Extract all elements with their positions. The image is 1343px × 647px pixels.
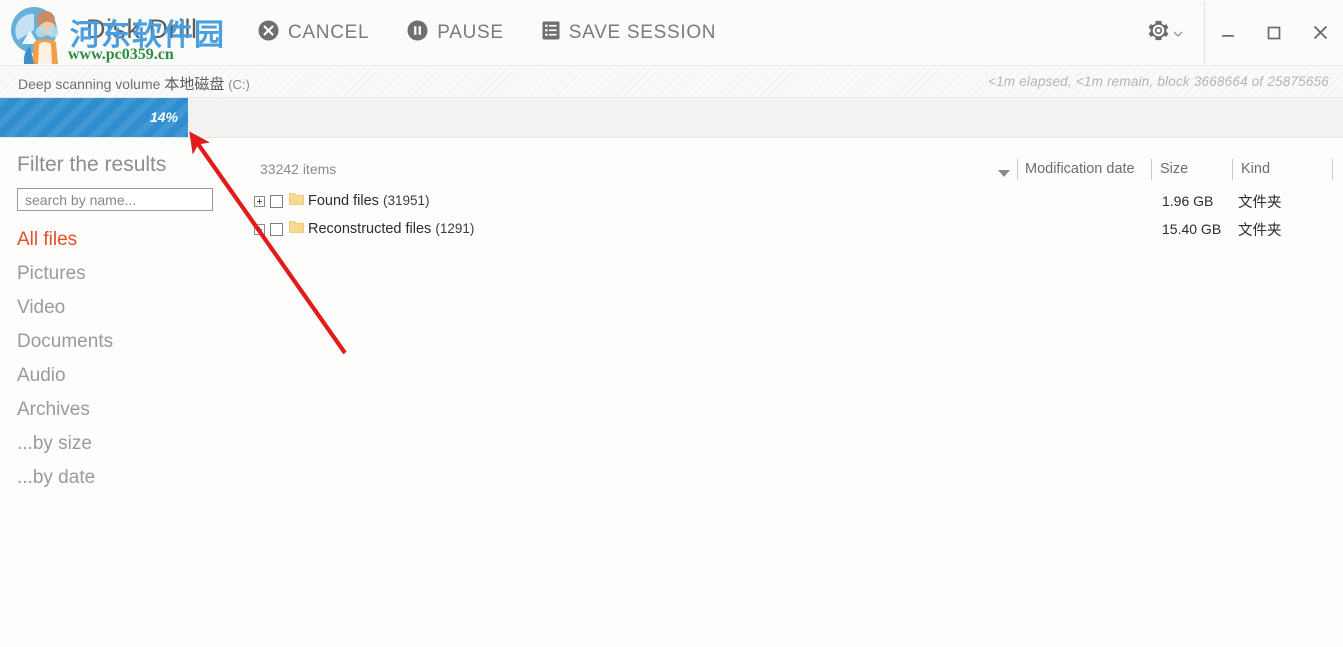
row-size: 1.96 GB <box>1162 193 1214 209</box>
column-header-modification-date[interactable]: Modification date <box>1025 161 1135 177</box>
column-separator <box>1151 159 1152 180</box>
save-session-list-icon <box>542 21 560 45</box>
window-controls <box>1147 0 1343 65</box>
sidebar-item-by-date[interactable]: ...by date <box>0 461 245 495</box>
search-input[interactable] <box>17 188 213 211</box>
row-name-text: Found files <box>308 193 379 209</box>
row-name-count: (31951) <box>382 193 430 208</box>
pause-button-label: PAUSE <box>437 21 504 43</box>
scan-drive-letter: (C:) <box>228 77 250 92</box>
sidebar: Filter the results All files Pictures Vi… <box>0 139 245 647</box>
cancel-button[interactable]: CANCEL <box>258 20 369 46</box>
table-row[interactable]: Found files (31951) 1.96 GB 文件夹 <box>245 187 1343 215</box>
maximize-button[interactable] <box>1251 1 1297 65</box>
settings-button[interactable] <box>1147 19 1204 47</box>
sidebar-item-documents[interactable]: Documents <box>0 325 245 359</box>
results-panel: 33242 items Modification date Size Kind … <box>245 139 1343 647</box>
results-rows: Found files (31951) 1.96 GB 文件夹 Reconstr… <box>245 187 1343 243</box>
row-kind: 文件夹 <box>1238 222 1282 239</box>
sidebar-item-video[interactable]: Video <box>0 291 245 325</box>
scan-status-text: Deep scanning volume 本地磁盘 (C:) <box>18 73 250 94</box>
pause-button[interactable]: PAUSE <box>407 20 504 46</box>
row-name-text: Reconstructed files <box>308 221 432 237</box>
row-checkbox[interactable] <box>270 222 283 236</box>
close-button[interactable] <box>1297 1 1343 65</box>
save-session-button[interactable]: SAVE SESSION <box>542 21 716 45</box>
scan-eta-text: <1m elapsed, <1m remain, block 3668664 o… <box>988 74 1329 89</box>
pause-circle-icon <box>407 20 428 46</box>
scan-progress-percent: 14% <box>149 109 179 125</box>
app-title: Disk Drill <box>86 14 198 44</box>
row-checkbox[interactable] <box>270 194 283 208</box>
expand-icon[interactable] <box>254 223 265 235</box>
gear-icon <box>1147 19 1170 47</box>
title-bar: Disk Drill CANCEL PAUSE SAVE SESSION <box>0 0 1343 65</box>
column-header-kind[interactable]: Kind <box>1241 161 1270 177</box>
minimize-icon <box>1220 26 1236 40</box>
sidebar-filter-list: All files Pictures Video Documents Audio… <box>0 223 245 495</box>
cancel-button-label: CANCEL <box>288 21 370 43</box>
expand-icon[interactable] <box>254 195 265 207</box>
scan-progress-fill: 14% <box>0 98 189 137</box>
sort-descending-icon[interactable] <box>998 165 1010 183</box>
row-name: Reconstructed files (1291) <box>308 221 474 237</box>
column-separator <box>1017 159 1018 180</box>
row-size: 15.40 GB <box>1162 221 1222 237</box>
sidebar-item-all-files[interactable]: All files <box>0 223 245 257</box>
scan-status-prefix: Deep scanning volume <box>18 76 161 92</box>
table-row[interactable]: Reconstructed files (1291) 15.40 GB 文件夹 <box>245 215 1343 243</box>
sidebar-item-pictures[interactable]: Pictures <box>0 257 245 291</box>
folder-icon <box>289 192 304 211</box>
column-separator <box>1232 159 1233 180</box>
column-header-size[interactable]: Size <box>1160 161 1188 177</box>
row-name: Found files (31951) <box>308 193 430 209</box>
scan-volume-name: 本地磁盘 <box>164 76 225 93</box>
row-name-count: (1291) <box>435 221 475 236</box>
cancel-circle-icon <box>258 20 279 46</box>
sidebar-title: Filter the results <box>17 153 167 176</box>
folder-icon <box>289 220 304 239</box>
row-kind: 文件夹 <box>1238 194 1282 211</box>
save-session-button-label: SAVE SESSION <box>568 21 717 43</box>
scan-status-strip: Deep scanning volume 本地磁盘 (C:) <1m elaps… <box>0 65 1343 98</box>
minimize-button[interactable] <box>1205 1 1251 65</box>
close-icon <box>1312 24 1329 41</box>
toolbar-actions: CANCEL PAUSE SAVE SESSION <box>258 0 716 65</box>
sidebar-item-by-size[interactable]: ...by size <box>0 427 245 461</box>
column-headers: Modification date Size Kind <box>245 154 1343 184</box>
scan-progress-bar: 14% <box>0 98 1343 138</box>
column-separator <box>1332 159 1333 180</box>
sidebar-item-archives[interactable]: Archives <box>0 393 245 427</box>
chevron-down-icon <box>1173 24 1183 42</box>
maximize-icon <box>1266 25 1282 41</box>
sidebar-item-audio[interactable]: Audio <box>0 359 245 393</box>
